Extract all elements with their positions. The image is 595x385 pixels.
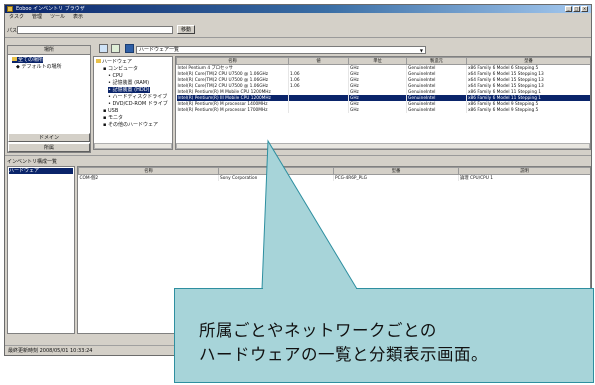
callout-seam	[263, 288, 356, 290]
